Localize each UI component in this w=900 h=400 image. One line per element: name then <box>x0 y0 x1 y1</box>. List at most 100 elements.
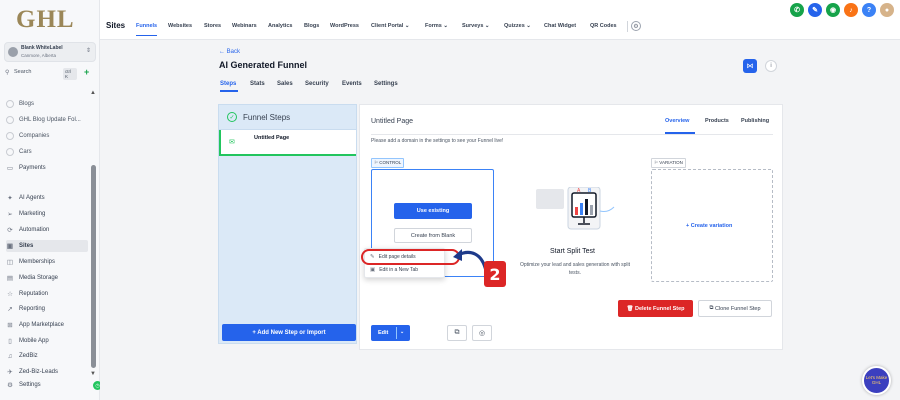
tab-steps[interactable]: Steps <box>220 81 236 87</box>
split-test-title: Start Split Test <box>550 248 596 255</box>
step-detail-panel: Untitled Page Overview Products Publishi… <box>359 104 783 350</box>
tab-settings[interactable]: Settings <box>374 81 398 87</box>
tab-events[interactable]: Events <box>342 81 362 87</box>
clone-funnel-step-button[interactable]: ⧉ Clone Funnel Step <box>698 300 772 317</box>
share-icon[interactable]: ⋈ <box>743 59 757 73</box>
top-nav: Sites Funnels Websites Stores Webinars A… <box>100 0 900 40</box>
tab-sales[interactable]: Sales <box>277 81 293 87</box>
tab-client-portal[interactable]: Client Portal ⌄ <box>371 23 410 29</box>
sidebar-item-automation[interactable]: ⟳ Automation <box>6 224 88 236</box>
tab-quizzes[interactable]: Quizzes ⌄ <box>504 23 531 29</box>
sidebar-item-zed-biz-leads[interactable]: ✈ Zed-Biz-Leads <box>6 366 88 378</box>
info-icon[interactable]: i <box>765 60 777 72</box>
send-icon: ➢ <box>7 211 13 218</box>
user-avatar[interactable]: ● <box>880 3 894 17</box>
sidebar-item-ai-agents[interactable]: ✦ AI Agents <box>6 192 88 204</box>
tab-stores[interactable]: Stores <box>204 23 221 29</box>
search-icon: ⚲ <box>5 70 10 76</box>
account-switcher[interactable]: Blank WhiteLabel Canmore, Alberta ⇕ <box>4 42 96 62</box>
create-from-blank-button[interactable]: Create from Blank <box>394 228 472 243</box>
divider <box>627 21 628 32</box>
chevron-down-icon[interactable]: ⌄ <box>400 329 404 335</box>
sidebar-item-label: Payments <box>19 165 46 171</box>
use-existing-button[interactable]: Use existing <box>394 203 472 219</box>
bell-notification-icon[interactable]: ♪ <box>844 3 858 17</box>
tab-stats[interactable]: Stats <box>250 81 265 87</box>
delete-funnel-step-button[interactable]: 🗑 Delete Funnel Step <box>618 300 693 317</box>
search-button[interactable]: ⚲ Search ctrl K <box>5 68 77 80</box>
sidebar-item-settings[interactable]: ⚙ Settings <box>6 379 88 391</box>
edit-button[interactable]: Edit ⌄ <box>371 325 410 341</box>
back-link[interactable]: ← Back <box>219 49 240 55</box>
control-badge: ⚐ CONTROL <box>371 158 405 168</box>
sidebar-item-app-marketplace[interactable]: ⊞ App Marketplace <box>6 319 88 331</box>
settings-gear-icon[interactable]: ⚙ <box>631 21 641 31</box>
sidebar-item-label: Blogs <box>19 101 35 107</box>
sidebar-item-marketing[interactable]: ➢ Marketing <box>6 208 88 220</box>
chat-widget-button[interactable]: Let's Make GHL <box>862 366 891 395</box>
scroll-up-icon[interactable]: ▲ <box>90 90 96 96</box>
memberships-icon: ◫ <box>6 259 14 266</box>
section-title: Sites <box>106 21 126 30</box>
control-label: CONTROL <box>379 160 402 165</box>
quick-add-button[interactable]: + <box>84 67 89 77</box>
tab-wordpress[interactable]: WordPress <box>330 23 359 29</box>
create-variation-link[interactable]: + Create variation <box>686 223 732 229</box>
add-new-step-button[interactable]: + Add New Step or Import <box>222 324 356 341</box>
tab-products[interactable]: Products <box>705 118 729 124</box>
sidebar-item-label: App Marketplace <box>19 322 65 328</box>
funnel-step-name: Untitled Page <box>254 135 290 141</box>
sidebar-item-label: Companies <box>19 133 50 139</box>
tab-security[interactable]: Security <box>305 81 329 87</box>
sidebar-item-label: Memberships <box>19 259 56 265</box>
sidebar-item-mobile-app[interactable]: ▯ Mobile App <box>6 335 88 347</box>
help-icon[interactable]: ? <box>862 3 876 17</box>
sidebar-item-companies[interactable]: Companies <box>6 130 88 142</box>
sidebar-item-ghl-blog[interactable]: GHL Blog Update Fol... <box>6 114 88 126</box>
circle-icon <box>6 116 14 124</box>
edit-in-new-tab-option[interactable]: ▣ Edit in a New Tab <box>370 267 418 273</box>
split-test-description: Optimize your lead and sales generation … <box>519 262 631 276</box>
tab-blogs[interactable]: Blogs <box>304 23 319 29</box>
tab-funnels[interactable]: Funnels <box>136 23 157 29</box>
sidebar-item-payments[interactable]: ▭ Payments <box>6 162 88 174</box>
sidebar-item-media-storage[interactable]: ▤ Media Storage <box>6 272 88 284</box>
magic-wand-icon[interactable]: ✎ <box>808 3 822 17</box>
tab-overview[interactable]: Overview <box>665 118 689 124</box>
sidebar-item-label: Media Storage <box>19 275 59 281</box>
variation-box[interactable]: + Create variation <box>651 169 773 282</box>
tab-websites[interactable]: Websites <box>168 23 192 29</box>
chat-widget-label: Let's Make GHL <box>865 374 888 385</box>
open-external-icon[interactable]: ⧉ <box>447 325 467 341</box>
logo: GHL <box>16 6 75 33</box>
rocket-icon: ✈ <box>7 369 13 376</box>
sidebar-item-sites[interactable]: ▣ Sites <box>6 240 88 252</box>
sidebar-item-zedbiz[interactable]: ♫ ZedBiz <box>6 350 88 362</box>
sidebar-item-memberships[interactable]: ◫ Memberships <box>6 256 88 268</box>
sidebar-scrollbar[interactable] <box>91 165 96 368</box>
sidebar-item-label: Cars <box>19 149 32 155</box>
tab-chat-widget[interactable]: Chat Widget <box>544 23 576 29</box>
tab-analytics[interactable]: Analytics <box>268 23 292 29</box>
variation-badge: ⚐ VARIATION <box>651 158 686 168</box>
sidebar-item-cars[interactable]: Cars <box>6 146 88 158</box>
sidebar-item-reputation[interactable]: ☆ Reputation <box>6 288 88 300</box>
megaphone-icon[interactable]: ◉ <box>826 3 840 17</box>
sidebar-item-reporting[interactable]: ↗ Reporting <box>6 303 88 315</box>
search-label: Search <box>14 69 32 75</box>
tab-forms[interactable]: Forms ⌄ <box>425 23 448 29</box>
sidebar-item-blogs[interactable]: Blogs <box>6 98 88 110</box>
active-tab-indicator <box>220 90 238 92</box>
tab-surveys[interactable]: Surveys ⌄ <box>462 23 490 29</box>
tab-qr-codes[interactable]: QR Codes <box>590 23 617 29</box>
tab-publishing[interactable]: Publishing <box>741 118 769 124</box>
tab-webinars[interactable]: Webinars <box>232 23 257 29</box>
phone-icon[interactable]: ✆ <box>790 3 804 17</box>
gear-icon: ⚙ <box>7 382 13 389</box>
preview-icon[interactable]: ◎ <box>472 325 492 341</box>
funnel-step-item[interactable]: ✉ Untitled Page <box>219 130 356 156</box>
account-avatar <box>8 47 18 57</box>
sidebar-item-label: ZedBiz <box>19 353 38 359</box>
divider <box>396 327 397 339</box>
scroll-down-icon[interactable]: ▼ <box>90 371 96 377</box>
